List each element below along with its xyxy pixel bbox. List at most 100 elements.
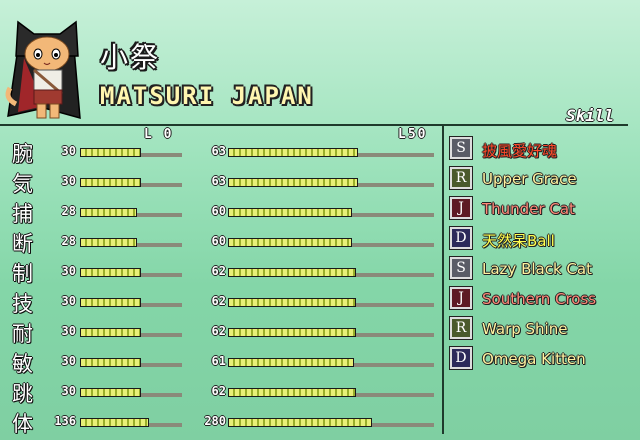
skill-item[interactable]: D Omega Kitten [450, 347, 636, 373]
skill-name: Omega Kitten [482, 350, 586, 368]
stat-bar-lv0-fill [80, 148, 142, 157]
stat-bar-lv50 [228, 268, 434, 277]
skill-rank-badge: J [450, 287, 472, 309]
stat-value-lv50: 61 [211, 354, 226, 368]
character-name-japanese: 小祭 [100, 41, 161, 74]
stat-value-lv0: 30 [61, 294, 76, 308]
skill-item[interactable]: R Upper Grace [450, 167, 636, 193]
stat-label: 耐 [12, 322, 33, 346]
stat-value-lv50: 63 [211, 174, 226, 188]
skill-name: Southern Cross [482, 290, 597, 308]
stat-bar-lv50 [228, 358, 434, 367]
stat-bar-lv0-fill [80, 208, 138, 217]
stat-label: 捕 [12, 202, 33, 226]
stat-value-lv50: 62 [211, 384, 226, 398]
skill-item[interactable]: D 天然呆Ball [450, 227, 636, 253]
stat-bar-lv50-fill [228, 148, 358, 157]
stat-label: 制 [12, 262, 33, 286]
skill-item[interactable]: R Warp Shine [450, 317, 636, 343]
skill-item[interactable]: J Southern Cross [450, 287, 636, 313]
stat-row: 制 30 62 [0, 257, 440, 287]
stat-bar-lv0-fill [80, 328, 142, 337]
stat-bar-lv0 [80, 418, 182, 427]
stat-value-lv50: 62 [211, 294, 226, 308]
stat-row: 気 30 63 [0, 167, 440, 197]
stat-bar-lv50-fill [228, 418, 373, 427]
stat-bar-lv0 [80, 208, 182, 217]
stat-bar-lv0-fill [80, 268, 142, 277]
stat-row: 耐 30 62 [0, 317, 440, 347]
stat-bar-lv50 [228, 388, 434, 397]
stat-value-lv50: 60 [211, 234, 226, 248]
character-name-english: MATSURI JAPAN [100, 82, 314, 110]
stat-value-lv0: 136 [54, 414, 76, 428]
skill-rank-badge: R [450, 317, 472, 339]
stat-bar-lv50-fill [228, 178, 358, 187]
character-portrait [5, 20, 81, 120]
skill-rank-badge: R [450, 167, 472, 189]
stat-value-lv0: 28 [61, 234, 76, 248]
stat-value-lv0: 30 [61, 174, 76, 188]
stat-value-lv50: 62 [211, 264, 226, 278]
stat-bar-lv0-fill [80, 238, 138, 247]
stat-bar-lv0-fill [80, 418, 150, 427]
stat-bar-lv50-fill [228, 208, 352, 217]
stat-bar-lv50-fill [228, 298, 356, 307]
stat-row: 技 30 62 [0, 287, 440, 317]
skill-item[interactable]: S Lazy Black Cat [450, 257, 636, 283]
skill-rank-badge: S [450, 137, 472, 159]
stat-label: 敏 [12, 352, 33, 376]
stat-label: 腕 [12, 142, 33, 166]
stat-bar-lv50 [228, 418, 434, 427]
stat-row: 断 28 60 [0, 227, 440, 257]
skill-name: Lazy Black Cat [482, 260, 592, 278]
stat-bar-lv0 [80, 268, 182, 277]
header-divider [0, 124, 628, 126]
stat-row: 体 136 280 [0, 407, 440, 437]
stat-bar-lv0-fill [80, 298, 142, 307]
skill-name: 天然呆Ball [482, 232, 555, 250]
stat-bar-lv50-fill [228, 328, 356, 337]
stat-bar-lv0-fill [80, 178, 142, 187]
stat-bar-lv50 [228, 178, 434, 187]
stat-bar-lv0 [80, 358, 182, 367]
skill-item[interactable]: S 披風愛好魂 [450, 137, 636, 163]
stat-value-lv0: 30 [61, 354, 76, 368]
stat-bar-lv0 [80, 328, 182, 337]
skill-rank-badge: D [450, 227, 472, 249]
skill-name: Warp Shine [482, 320, 568, 338]
stat-value-lv50: 60 [211, 204, 226, 218]
stat-bar-lv50 [228, 298, 434, 307]
stat-label: 技 [12, 292, 33, 316]
stat-value-lv50: 280 [204, 414, 226, 428]
skill-item[interactable]: J Thunder Cat [450, 197, 636, 223]
stat-bar-lv0 [80, 178, 182, 187]
skill-section-title: Skill [566, 106, 615, 125]
stat-bar-lv0 [80, 388, 182, 397]
stat-row: 捕 28 60 [0, 197, 440, 227]
stat-row: 腕 30 63 [0, 137, 440, 167]
stat-row: 跳 30 62 [0, 377, 440, 407]
stat-bar-lv0 [80, 298, 182, 307]
stat-value-lv0: 28 [61, 204, 76, 218]
stat-bar-lv50-fill [228, 268, 356, 277]
stat-bar-lv50 [228, 328, 434, 337]
stat-value-lv0: 30 [61, 264, 76, 278]
skill-name: Thunder Cat [482, 200, 575, 218]
stat-bar-lv0-fill [80, 358, 142, 367]
stat-bar-lv50 [228, 238, 434, 247]
stat-value-lv0: 30 [61, 384, 76, 398]
stat-bar-lv50-fill [228, 358, 354, 367]
column-divider [442, 126, 444, 434]
stat-label: 体 [12, 412, 33, 436]
stat-label: 気 [12, 172, 33, 196]
skill-rank-badge: S [450, 257, 472, 279]
stat-value-lv0: 30 [61, 324, 76, 338]
stat-bar-lv0 [80, 148, 182, 157]
skill-name: Upper Grace [482, 170, 577, 188]
skill-rank-badge: D [450, 347, 472, 369]
stat-label: 断 [12, 232, 33, 256]
stat-value-lv50: 63 [211, 144, 226, 158]
stat-bar-lv50-fill [228, 238, 352, 247]
skill-rank-badge: J [450, 197, 472, 219]
